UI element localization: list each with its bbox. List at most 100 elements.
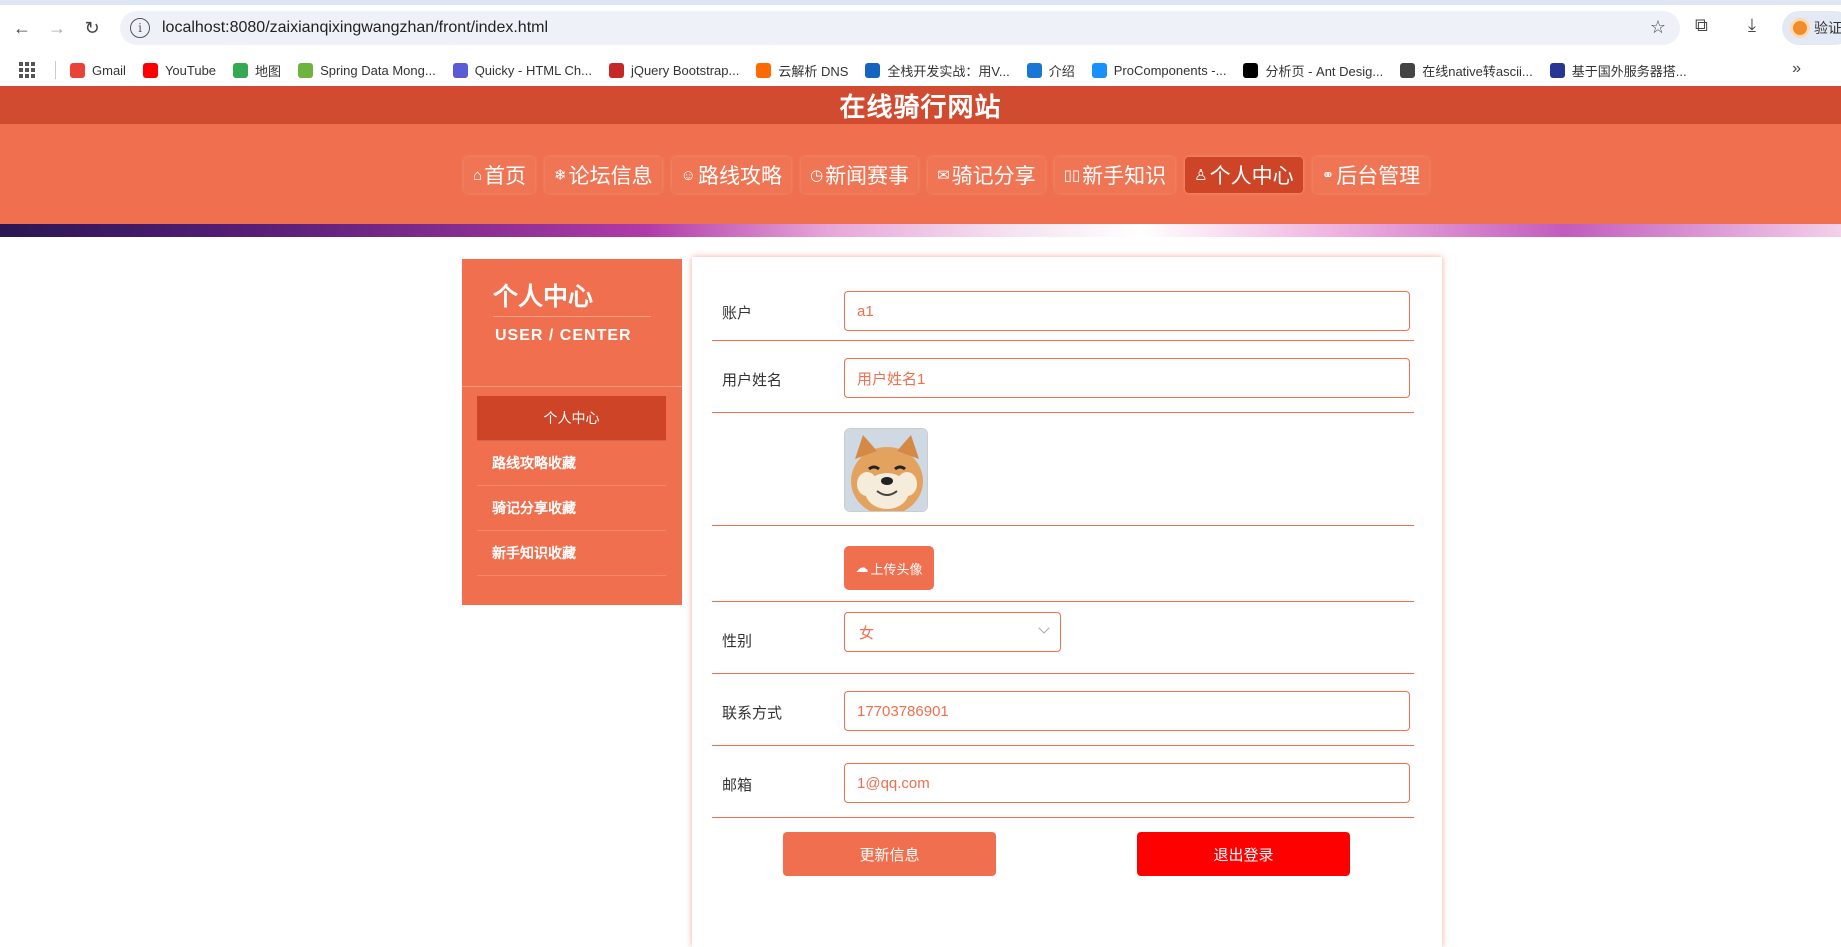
- bookmark-label: Quicky - HTML Ch...: [474, 62, 592, 78]
- sidebar-item-ride-share-favorites[interactable]: 骑记分享收藏: [477, 486, 666, 531]
- nav-route-guide-icon: ☺: [680, 166, 696, 184]
- bookmarks-divider: [55, 61, 56, 79]
- bookmark-star-icon[interactable]: ☆: [1650, 17, 1666, 38]
- nav-item-label: 骑记分享: [951, 165, 1036, 188]
- gender-row: 性别 女: [712, 602, 1414, 674]
- bookmark-item[interactable]: 在线native转ascii...: [1400, 61, 1533, 80]
- bookmark-item[interactable]: YouTube: [142, 61, 217, 80]
- bookmark-label: 云解析 DNS: [778, 63, 849, 79]
- bookmark-item[interactable]: 全栈开发实战：用V...: [865, 61, 1010, 80]
- nav-item-beginner[interactable]: ▯▯ 新手知识: [1054, 157, 1176, 193]
- sidebar-item-user-center[interactable]: 个人中心: [477, 396, 666, 441]
- nav-item-admin[interactable]: ⚭ 后台管理: [1312, 157, 1430, 193]
- browser-toolbar: ← → ↻ i localhost:8080/zaixianqixingwang…: [0, 0, 1841, 54]
- nav-item-forum[interactable]: ❄ 论坛信息: [545, 157, 662, 193]
- bookmark-item[interactable]: 介绍: [1026, 61, 1075, 80]
- logout-button[interactable]: 退出登录: [1137, 832, 1350, 876]
- nav-item-ride-share[interactable]: ✉ 骑记分享: [928, 157, 1045, 193]
- bookmark-label: jQuery Bootstrap...: [630, 62, 740, 78]
- nav-admin-icon: ⚭: [1321, 167, 1335, 184]
- bookmark-favicon-icon: [1026, 62, 1042, 78]
- sidebar-item-beginner-favorites[interactable]: 新手知识收藏: [477, 531, 666, 576]
- nav-item-label: 论坛信息: [568, 165, 653, 188]
- sidebar-title-underline: [493, 316, 651, 317]
- reload-icon[interactable]: ↻: [80, 16, 104, 40]
- site-title-bar: 在线骑行网站: [0, 86, 1841, 124]
- bookmark-label: 分析页 - Ant Desig...: [1265, 63, 1384, 79]
- account-label: 账户: [722, 305, 753, 322]
- bookmark-label: 地图: [255, 63, 282, 79]
- nav-item-home[interactable]: ⌂ 首页: [464, 157, 536, 193]
- nav-item-user-center[interactable]: ♙ 个人中心: [1185, 157, 1303, 193]
- bookmark-label: 基于国外服务器搭...: [1571, 63, 1687, 79]
- bookmark-item[interactable]: 云解析 DNS: [756, 61, 848, 80]
- email-input[interactable]: [844, 763, 1410, 803]
- download-icon[interactable]: ⤓: [1748, 15, 1756, 36]
- site-title: 在线骑行网站: [839, 91, 1002, 122]
- bookmark-item[interactable]: 地图: [233, 61, 281, 80]
- site-nav: ⌂ 首页 ❄ 论坛信息 ☺ 路线攻略 ◷ 新闻赛事 ✉ 骑记分享 ▯▯ 新手知识 ♙ 个人中心 ⚭ 后台管理: [0, 124, 1841, 224]
- bookmark-item[interactable]: Gmail: [70, 61, 126, 80]
- gender-value: 女: [859, 624, 875, 642]
- bookmark-item[interactable]: Spring Data Mong...: [298, 61, 436, 80]
- site-info-icon[interactable]: i: [130, 18, 150, 38]
- avatar-row: [712, 413, 1414, 526]
- bookmark-label: ProComponents -...: [1113, 62, 1227, 78]
- sidebar-item-route-favorites[interactable]: 路线攻略收藏: [477, 441, 666, 486]
- bookmark-label: 在线native转ascii...: [1422, 63, 1533, 79]
- bookmark-item[interactable]: jQuery Bootstrap...: [608, 61, 740, 80]
- nav-item-news[interactable]: ◷ 新闻赛事: [800, 157, 919, 193]
- apps-grid-icon[interactable]: [19, 62, 35, 78]
- bookmark-item[interactable]: 分析页 - Ant Desig...: [1243, 61, 1383, 80]
- more-bookmarks-icon[interactable]: »: [1792, 60, 1801, 78]
- bookmark-favicon-icon: [1400, 62, 1416, 78]
- bookmark-favicon-icon: [1549, 62, 1565, 78]
- bookmark-label: 全栈开发实战：用V...: [887, 63, 1010, 79]
- upload-row: ☁ 上传头像: [712, 526, 1414, 602]
- bookmark-item[interactable]: ProComponents -...: [1091, 61, 1227, 80]
- bookmark-label: Gmail: [92, 62, 126, 78]
- name-row: 用户姓名: [712, 341, 1414, 413]
- address-bar[interactable]: i localhost:8080/zaixianqixingwangzhan/f…: [120, 11, 1680, 45]
- back-arrow-icon[interactable]: ←: [10, 16, 34, 40]
- bookmark-label: 介绍: [1048, 63, 1075, 79]
- bookmark-label: YouTube: [164, 62, 217, 78]
- forward-arrow-icon[interactable]: →: [45, 16, 69, 40]
- nav-item-label: 路线攻略: [697, 165, 782, 188]
- upload-avatar-button[interactable]: ☁ 上传头像: [844, 546, 934, 590]
- sidebar-menu: 个人中心 路线攻略收藏 骑记分享收藏 新手知识收藏: [477, 396, 666, 576]
- account-input[interactable]: [844, 291, 1410, 331]
- phone-label: 联系方式: [722, 705, 783, 722]
- name-input[interactable]: [844, 358, 1410, 398]
- nav-item-label: 首页: [484, 165, 527, 188]
- nav-beginner-icon: ▯▯: [1063, 167, 1081, 184]
- gender-label: 性别: [722, 633, 753, 650]
- update-info-button[interactable]: 更新信息: [783, 832, 996, 876]
- email-row: 邮箱: [712, 746, 1414, 818]
- sidebar-title: 个人中心: [493, 283, 594, 311]
- bookmark-favicon-icon: [142, 62, 158, 78]
- nav-list: ⌂ 首页 ❄ 论坛信息 ☺ 路线攻略 ◷ 新闻赛事 ✉ 骑记分享 ▯▯ 新手知识 ♙ 个人中心 ⚭ 后台管理: [464, 157, 1430, 193]
- profile-label: 验证: [1814, 20, 1841, 36]
- extensions-icon[interactable]: ⧉: [1695, 15, 1708, 36]
- bookmark-favicon-icon: [452, 62, 468, 78]
- email-label: 邮箱: [722, 777, 753, 794]
- nav-item-label: 新手知识: [1082, 165, 1167, 188]
- nav-user-center-icon: ♙: [1194, 167, 1208, 184]
- avatar-image: [844, 428, 928, 512]
- address-url[interactable]: localhost:8080/zaixianqixingwangzhan/fro…: [162, 19, 548, 37]
- nav-item-route-guide[interactable]: ☺ 路线攻略: [671, 157, 791, 193]
- gender-select[interactable]: 女: [844, 612, 1061, 652]
- bookmark-item[interactable]: Quicky - HTML Ch...: [452, 61, 592, 80]
- nav-item-label: 个人中心: [1209, 165, 1294, 188]
- nav-ride-share-icon: ✉: [937, 167, 950, 184]
- phone-input[interactable]: [844, 691, 1410, 731]
- bookmark-item[interactable]: 基于国外服务器搭...: [1549, 61, 1687, 80]
- bookmarks-bar: Gmail YouTube 地图 Spring Data Mong... Quicky …: [0, 54, 1841, 86]
- phone-row: 联系方式: [712, 674, 1414, 746]
- bookmark-list: Gmail YouTube 地图 Spring Data Mong... Quicky …: [70, 61, 1704, 80]
- bookmark-label: Spring Data Mong...: [320, 62, 436, 78]
- profile-button[interactable]: 验证: [1782, 11, 1841, 45]
- user-center-sidebar: 个人中心 USER / CENTER 个人中心 路线攻略收藏 骑记分享收藏 新手…: [462, 259, 682, 605]
- bookmark-favicon-icon: [865, 62, 881, 78]
